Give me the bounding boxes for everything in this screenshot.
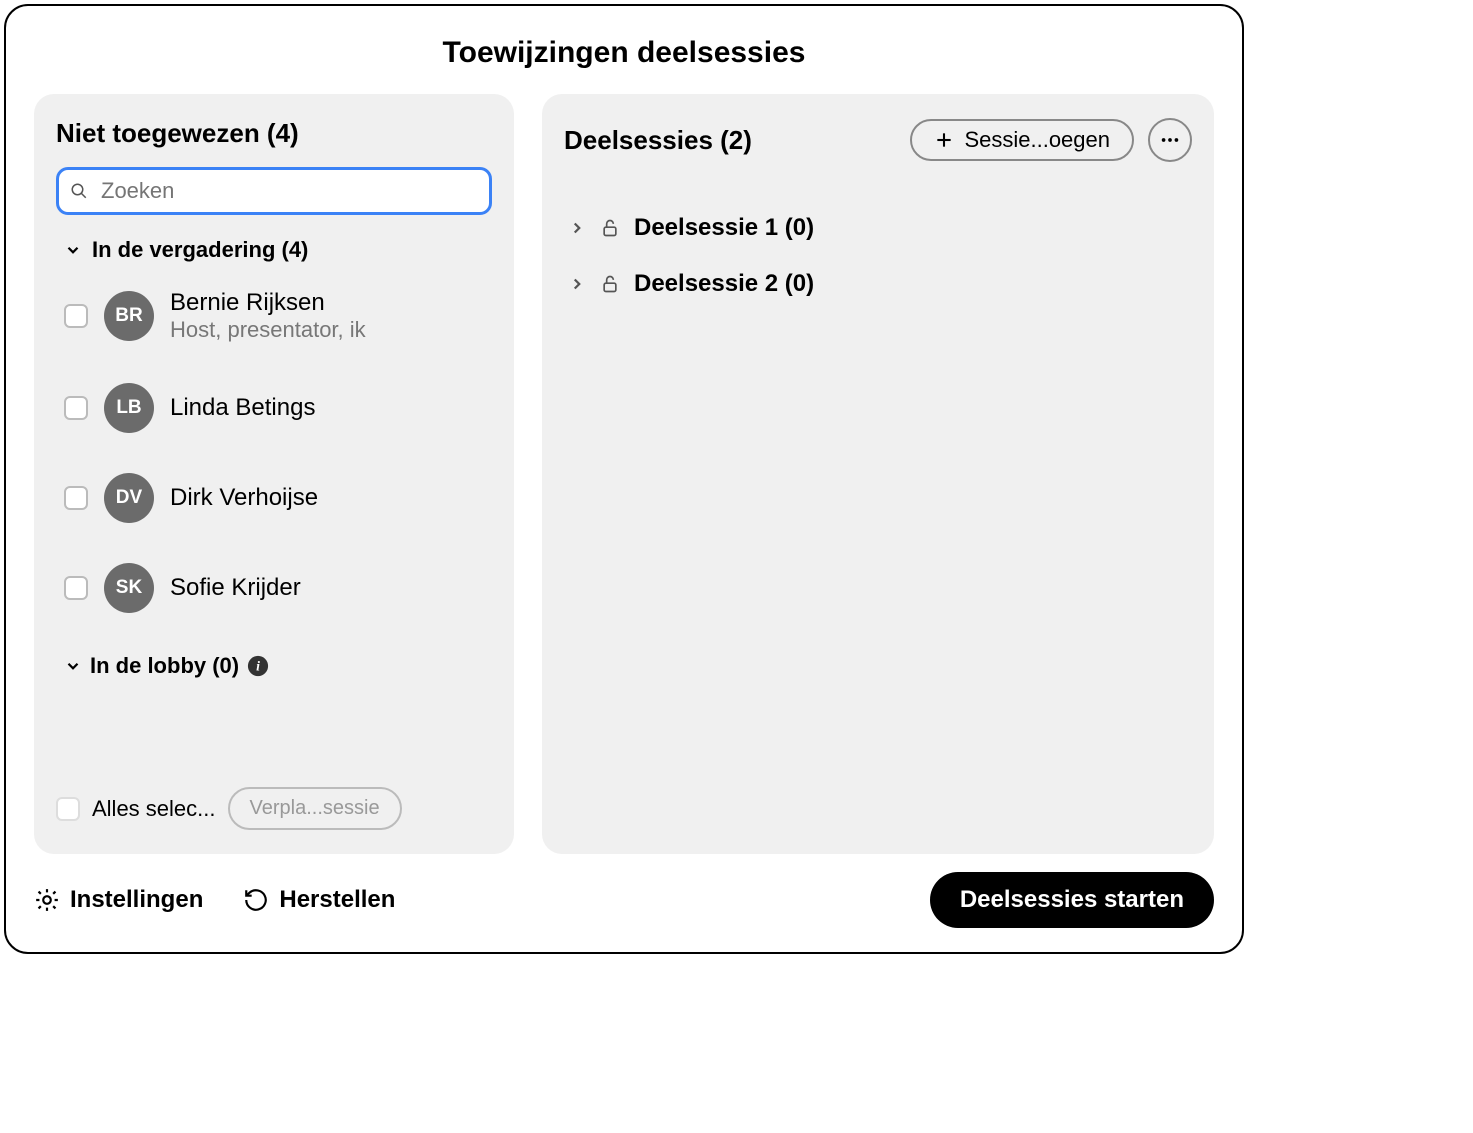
plus-icon — [934, 130, 954, 150]
person-name: Bernie Rijksen — [170, 289, 366, 317]
lock-open-icon — [600, 218, 620, 238]
select-all-label: Alles selec... — [92, 796, 216, 822]
in-meeting-section[interactable]: In de vergadering (4) — [64, 237, 492, 263]
search-icon — [70, 182, 88, 200]
chevron-down-icon — [64, 241, 82, 259]
unassigned-footer: Alles selec... Verpla...sessie — [56, 767, 492, 830]
chevron-down-icon — [64, 657, 82, 675]
search-input[interactable] — [56, 167, 492, 215]
sessions-title: Deelsessies (2) — [564, 125, 752, 156]
session-item[interactable]: Deelsessie 2 (0) — [564, 256, 1192, 312]
start-sessions-button[interactable]: Deelsessies starten — [930, 872, 1214, 928]
settings-button[interactable]: Instellingen — [34, 886, 203, 914]
person-name: Linda Betings — [170, 394, 315, 422]
session-label: Deelsessie 2 (0) — [634, 270, 814, 298]
session-item[interactable]: Deelsessie 1 (0) — [564, 200, 1192, 256]
add-session-button[interactable]: Sessie...oegen — [910, 119, 1134, 161]
in-meeting-label: In de vergadering (4) — [92, 237, 308, 263]
list-item[interactable]: SK Sofie Krijder — [56, 553, 492, 623]
person-name: Sofie Krijder — [170, 574, 301, 602]
chevron-right-icon — [568, 275, 586, 293]
reset-icon — [243, 887, 269, 913]
search-wrap — [56, 167, 492, 215]
unassigned-title: Niet toegewezen (4) — [56, 118, 299, 149]
add-session-label: Sessie...oegen — [964, 127, 1110, 153]
person-checkbox[interactable] — [64, 576, 88, 600]
list-item[interactable]: LB Linda Betings — [56, 373, 492, 443]
list-item[interactable]: BR Bernie Rijksen Host, presentator, ik — [56, 279, 492, 353]
session-label: Deelsessie 1 (0) — [634, 214, 814, 242]
person-checkbox[interactable] — [64, 304, 88, 328]
select-all-checkbox[interactable] — [56, 797, 80, 821]
dialog-footer: Instellingen Herstellen Deelsessies star… — [34, 854, 1214, 928]
reset-button[interactable]: Herstellen — [243, 886, 395, 914]
svg-text:i: i — [256, 659, 260, 674]
move-to-session-button[interactable]: Verpla...sessie — [228, 787, 402, 830]
person-checkbox[interactable] — [64, 486, 88, 510]
in-lobby-section[interactable]: In de lobby (0) i — [64, 653, 492, 679]
lock-open-icon — [600, 274, 620, 294]
list-item[interactable]: DV Dirk Verhoijse — [56, 463, 492, 533]
dialog-title: Toewijzingen deelsessies — [34, 36, 1214, 70]
avatar: SK — [104, 563, 154, 613]
avatar: BR — [104, 291, 154, 341]
avatar: DV — [104, 473, 154, 523]
info-icon[interactable]: i — [247, 655, 269, 677]
person-subtitle: Host, presentator, ik — [170, 317, 366, 343]
more-options-button[interactable] — [1148, 118, 1192, 162]
person-name: Dirk Verhoijse — [170, 484, 318, 512]
chevron-right-icon — [568, 219, 586, 237]
sessions-panel: Deelsessies (2) Sessie...oegen — [542, 94, 1214, 854]
unassigned-panel: Niet toegewezen (4) In de vergadering (4… — [34, 94, 514, 854]
avatar: LB — [104, 383, 154, 433]
in-lobby-label: In de lobby (0) — [90, 653, 239, 679]
gear-icon — [34, 887, 60, 913]
panels: Niet toegewezen (4) In de vergadering (4… — [34, 94, 1214, 854]
reset-label: Herstellen — [279, 886, 395, 914]
settings-label: Instellingen — [70, 886, 203, 914]
breakout-assignments-dialog: Toewijzingen deelsessies Niet toegewezen… — [4, 4, 1244, 954]
more-horizontal-icon — [1159, 129, 1181, 151]
person-checkbox[interactable] — [64, 396, 88, 420]
